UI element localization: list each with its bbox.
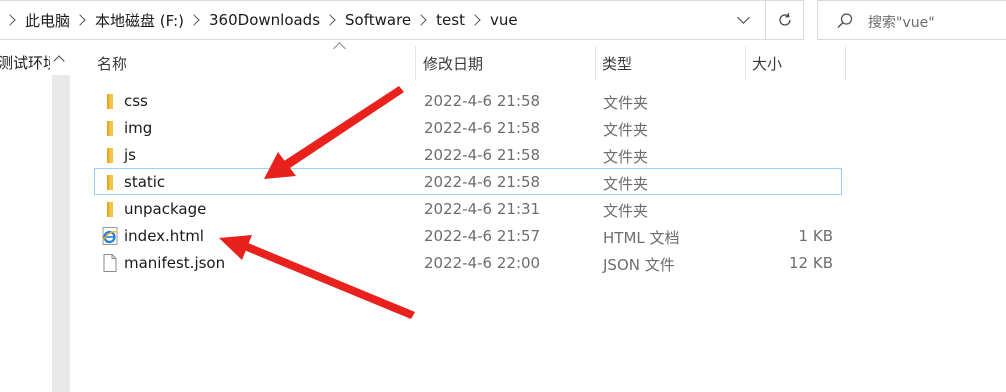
folder-icon	[107, 94, 113, 109]
file-date: 2022-4-6 21:58	[424, 146, 541, 164]
breadcrumb-label: Software	[345, 11, 412, 29]
refresh-icon	[778, 13, 791, 26]
file-row-index-html[interactable]: index.html 2022-4-6 21:57 HTML 文档 1 KB	[94, 222, 842, 249]
file-icon	[103, 254, 117, 272]
file-name: manifest.json	[124, 254, 226, 272]
file-type: 文件夹	[603, 175, 649, 193]
address-bar[interactable]: 此电脑 本地磁盘 (F:) 360Downloads Software test…	[0, 0, 766, 40]
file-name: css	[124, 92, 148, 110]
chevron-right-icon	[188, 14, 200, 26]
chevron-right-icon	[4, 14, 16, 26]
chevron-right-icon	[415, 14, 427, 26]
column-header-name[interactable]: 名称	[97, 46, 127, 80]
file-name: img	[124, 119, 153, 137]
column-header-size[interactable]: 大小	[752, 46, 782, 80]
file-row-unpackage[interactable]: unpackage 2022-4-6 21:31 文件夹	[94, 195, 842, 222]
breadcrumb-item[interactable]: 360Downloads	[184, 11, 320, 29]
breadcrumb-item[interactable]: 此电脑	[0, 10, 70, 31]
file-name: unpackage	[124, 200, 207, 218]
column-divider[interactable]	[595, 46, 596, 80]
file-type: HTML 文档	[603, 229, 680, 247]
column-header-label: 类型	[602, 54, 633, 73]
file-date: 2022-4-6 21:58	[424, 119, 541, 137]
file-date: 2022-4-6 21:58	[424, 173, 541, 191]
file-name: js	[124, 146, 136, 164]
file-type: 文件夹	[603, 202, 649, 220]
chevron-up-icon[interactable]	[53, 55, 65, 67]
column-headers: 名称 修改日期 类型 大小	[88, 42, 848, 80]
search-placeholder: 搜索"vue"	[868, 15, 935, 31]
file-name: index.html	[124, 227, 204, 245]
search-input[interactable]: 搜索"vue"	[817, 0, 1006, 40]
column-header-label: 修改日期	[423, 54, 484, 73]
breadcrumb-item[interactable]: vue	[465, 11, 518, 29]
file-name: static	[124, 173, 166, 191]
nav-scrollbar[interactable]	[52, 75, 70, 392]
breadcrumb-label: 360Downloads	[209, 11, 321, 29]
column-divider[interactable]	[745, 46, 746, 80]
file-type: 文件夹	[603, 148, 649, 166]
file-row-css[interactable]: css 2022-4-6 21:58 文件夹	[94, 87, 842, 114]
file-type: 文件夹	[603, 121, 649, 139]
column-header-date[interactable]: 修改日期	[423, 46, 483, 80]
breadcrumb-item[interactable]: 本地磁盘 (F:)	[70, 10, 184, 31]
file-size: 12 KB	[789, 254, 833, 272]
file-date: 2022-4-6 21:57	[424, 227, 541, 245]
sort-ascending-icon	[333, 42, 346, 55]
navigation-pane: 测试环境	[0, 41, 70, 392]
search-icon	[837, 13, 853, 29]
file-date: 2022-4-6 21:58	[424, 92, 541, 110]
column-header-label: 名称	[97, 54, 128, 73]
file-row-js[interactable]: js 2022-4-6 21:58 文件夹	[94, 141, 842, 168]
column-header-label: 大小	[752, 54, 783, 73]
file-type: JSON 文件	[603, 256, 675, 274]
column-divider[interactable]	[415, 46, 416, 80]
folder-icon	[107, 175, 113, 190]
breadcrumb-label: test	[436, 11, 465, 29]
chevron-right-icon	[74, 14, 86, 26]
breadcrumb-item[interactable]: test	[411, 11, 465, 29]
breadcrumb-item[interactable]: Software	[320, 11, 411, 29]
ie-html-icon	[102, 227, 118, 245]
file-date: 2022-4-6 22:00	[424, 254, 541, 272]
chevron-right-icon	[324, 14, 336, 26]
nav-item-label[interactable]: 测试环境	[0, 52, 50, 73]
breadcrumb: 此电脑 本地磁盘 (F:) 360Downloads Software test…	[0, 1, 518, 39]
folder-icon	[107, 121, 113, 136]
breadcrumb-label: vue	[489, 11, 518, 29]
file-row-static[interactable]: static 2022-4-6 21:58 文件夹	[94, 168, 842, 195]
breadcrumb-label: 此电脑	[25, 11, 71, 30]
chevron-down-icon[interactable]	[732, 11, 756, 31]
chevron-right-icon	[469, 14, 481, 26]
folder-icon	[107, 202, 113, 217]
column-header-type[interactable]: 类型	[602, 46, 632, 80]
file-date: 2022-4-6 21:31	[424, 200, 541, 218]
folder-icon	[107, 148, 113, 163]
file-row-manifest-json[interactable]: manifest.json 2022-4-6 22:00 JSON 文件 12 …	[94, 249, 842, 276]
column-divider[interactable]	[845, 46, 846, 80]
refresh-button[interactable]	[766, 0, 804, 40]
file-size: 1 KB	[798, 227, 833, 245]
file-row-img[interactable]: img 2022-4-6 21:58 文件夹	[94, 114, 842, 141]
file-type: 文件夹	[603, 94, 649, 112]
breadcrumb-label: 本地磁盘 (F:)	[95, 11, 185, 30]
